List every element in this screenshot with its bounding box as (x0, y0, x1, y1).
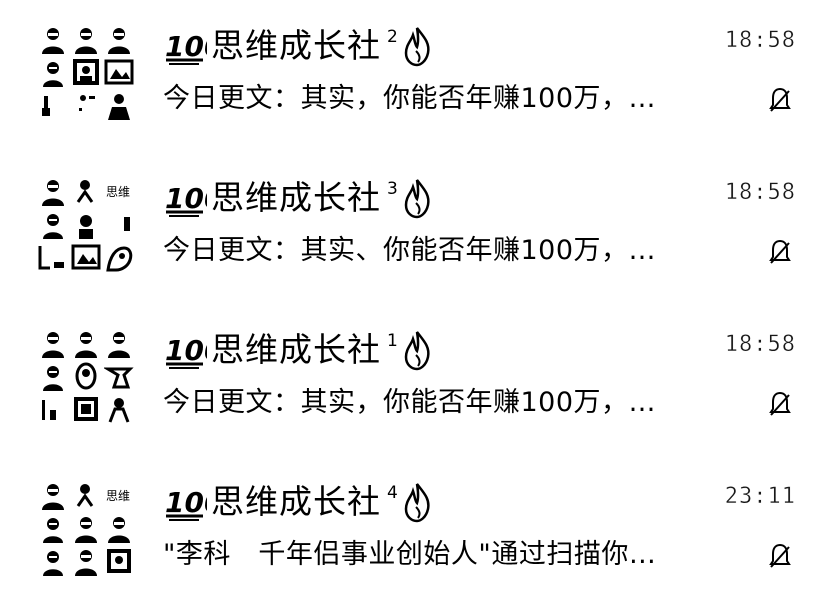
chat-title: 100 思维成长社 1 (163, 324, 432, 376)
member-portrait (38, 546, 68, 576)
member-portrait (38, 513, 68, 543)
muted-bell-icon (768, 86, 792, 114)
member-portrait (104, 209, 134, 239)
member-portrait (71, 57, 101, 87)
member-portrait (104, 394, 134, 424)
group-name: 思维成长社 (211, 482, 381, 521)
member-portrait (104, 513, 134, 543)
group-name: 思维成长社 (211, 178, 381, 217)
member-portrait (71, 90, 101, 120)
message-time: 18:58 (724, 28, 796, 53)
muted-bell-icon (768, 390, 792, 418)
group-number: 1 (387, 331, 398, 351)
member-portrait (104, 90, 134, 120)
hundred-points-icon: 100 (163, 482, 207, 522)
member-portrait (71, 546, 101, 576)
member-portrait (71, 328, 101, 358)
chat-list: 100 思维成长社 2 今日更文：其实，你能否年赚100万，… 18:58 思维 (0, 0, 830, 600)
member-portrait: 思维 (104, 176, 134, 206)
message-preview: 今日更文：其实，你能否年赚100万，… (163, 83, 657, 114)
member-portrait (104, 24, 134, 54)
fire-icon (402, 25, 432, 67)
group-number: 3 (387, 179, 398, 199)
member-portrait (71, 480, 101, 510)
message-preview: 今日更文：其实、你能否年赚100万，… (163, 235, 657, 266)
member-portrait (38, 394, 68, 424)
svg-text:100: 100 (165, 30, 207, 63)
chat-title: 100 思维成长社 2 (163, 20, 432, 72)
muted-bell-icon (768, 542, 792, 570)
fire-icon (402, 329, 432, 371)
hundred-points-icon: 100 (163, 26, 207, 66)
message-preview: "李科 千年侣事业创始人"通过扫描你… (163, 539, 657, 570)
group-avatar: 思维 (38, 480, 134, 576)
hundred-points-icon: 100 (163, 330, 207, 370)
hundred-points-icon: 100 (163, 178, 207, 218)
member-portrait (104, 242, 134, 272)
member-portrait (104, 328, 134, 358)
member-portrait: 思维 (104, 480, 134, 510)
group-avatar: 思维 (38, 176, 134, 272)
group-avatar (38, 24, 134, 120)
member-portrait (71, 24, 101, 54)
svg-text:100: 100 (165, 486, 207, 519)
group-name: 思维成长社 (211, 26, 381, 65)
chat-item[interactable]: 100 思维成长社 2 今日更文：其实，你能否年赚100万，… 18:58 (0, 14, 830, 164)
message-preview: 今日更文：其实，你能否年赚100万，… (163, 387, 657, 418)
svg-text:思维: 思维 (106, 489, 130, 503)
member-portrait (104, 361, 134, 391)
message-time: 18:58 (724, 332, 796, 357)
group-number: 2 (387, 27, 398, 47)
message-time: 23:11 (724, 484, 796, 509)
chat-item[interactable]: 思维 100 思维成长社 3 今日更文：其实、你能否年赚100万，… 18:58 (0, 166, 830, 316)
member-portrait (104, 57, 134, 87)
member-portrait (71, 209, 101, 239)
member-portrait (38, 57, 68, 87)
fire-icon (402, 481, 432, 523)
chat-item[interactable]: 100 思维成长社 1 今日更文：其实，你能否年赚100万，… 18:58 (0, 318, 830, 468)
member-portrait (71, 394, 101, 424)
fire-icon (402, 177, 432, 219)
member-portrait (104, 546, 134, 576)
member-portrait (71, 176, 101, 206)
member-portrait (38, 361, 68, 391)
member-portrait (71, 242, 101, 272)
member-portrait (38, 176, 68, 206)
member-portrait (71, 513, 101, 543)
group-avatar (38, 328, 134, 424)
svg-text:100: 100 (165, 334, 207, 367)
group-number: 4 (387, 483, 398, 503)
chat-item[interactable]: 思维 100 思维成长社 4 "李科 千年侣事业创始人"通过扫描你… 23:11 (0, 470, 830, 600)
chat-title: 100 思维成长社 4 (163, 476, 432, 528)
member-portrait (38, 242, 68, 272)
member-portrait (38, 209, 68, 239)
member-portrait (38, 90, 68, 120)
message-time: 18:58 (724, 180, 796, 205)
svg-text:100: 100 (165, 182, 207, 215)
svg-text:思维: 思维 (106, 185, 130, 199)
member-portrait (38, 24, 68, 54)
member-portrait (71, 361, 101, 391)
muted-bell-icon (768, 238, 792, 266)
chat-title: 100 思维成长社 3 (163, 172, 432, 224)
group-name: 思维成长社 (211, 330, 381, 369)
member-portrait (38, 328, 68, 358)
member-portrait (38, 480, 68, 510)
